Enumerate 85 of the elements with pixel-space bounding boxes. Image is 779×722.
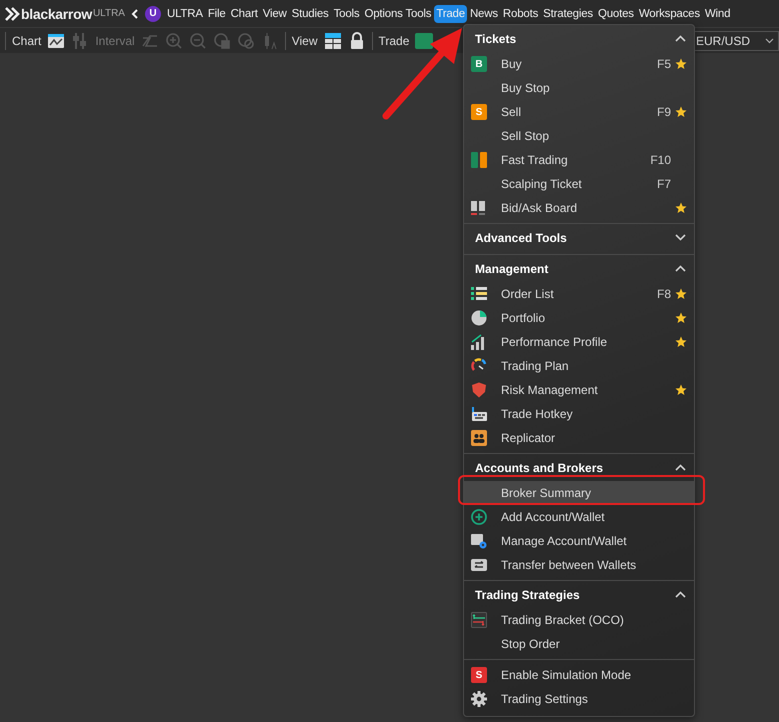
shortcut-text: F8	[656, 287, 671, 301]
menu-entry[interactable]: Trading Plan	[464, 354, 694, 378]
menu-item[interactable]: Quotes	[596, 4, 636, 22]
interval-label: Interval	[95, 34, 135, 48]
menu-item[interactable]: View	[260, 4, 289, 22]
shortcut-text: F10	[650, 153, 671, 167]
menu-item[interactable]: Chart	[228, 4, 260, 22]
menu-item[interactable]: Workspaces	[636, 4, 702, 22]
menu-entry[interactable]: Buy Stop	[464, 76, 694, 100]
bracket-icon	[471, 612, 487, 628]
menu-item[interactable]: Tools	[332, 4, 362, 22]
layout-grid-icon[interactable]	[324, 32, 342, 50]
trade-button[interactable]	[415, 32, 434, 48]
simulation-badge: S	[471, 667, 487, 683]
menu-entry[interactable]: Bid/Ask Board	[464, 196, 694, 220]
menu-entry[interactable]: B Buy F5	[464, 52, 694, 76]
back-icon[interactable]	[130, 8, 139, 18]
logo-icon	[5, 6, 21, 20]
menu-entry[interactable]: S Enable Simulation Mode	[464, 663, 694, 687]
logo-text: blackarrow	[21, 6, 92, 22]
shortcut-text: F7	[656, 177, 671, 191]
pie-chart-icon	[471, 310, 487, 326]
menu-entry[interactable]: Broker Summary	[464, 481, 694, 505]
section-title: Management	[475, 262, 548, 276]
chevron-down-icon	[765, 38, 774, 44]
shortcut-text: F9	[656, 105, 671, 119]
menu-entry[interactable]: Stop Order	[464, 632, 694, 656]
star-icon[interactable]	[675, 336, 687, 348]
section-title: Trading Strategies	[475, 588, 580, 602]
split-block-icon	[471, 152, 487, 168]
view-label: View	[292, 34, 318, 48]
section-title: Accounts and Brokers	[475, 460, 604, 474]
menu-entry[interactable]: Add Account/Wallet	[464, 505, 694, 529]
chevron-up-icon[interactable]	[675, 591, 686, 598]
section-title: Tickets	[475, 32, 516, 46]
menu-item[interactable]: Strategies	[541, 4, 595, 22]
menu-item[interactable]: News	[468, 4, 500, 22]
transfer-icon	[471, 557, 487, 573]
menu-entry[interactable]: Trading Settings	[464, 687, 694, 711]
section-title: Advanced Tools	[475, 230, 567, 244]
menu-entry[interactable]: Performance Profile	[464, 330, 694, 354]
chevron-up-icon[interactable]	[675, 35, 686, 42]
logo-edition: ULTRA	[92, 8, 125, 19]
menu-entry[interactable]: Replicator	[464, 426, 694, 450]
trade-label: Trade	[378, 34, 410, 48]
menu-entry[interactable]: Trading Bracket (OCO)	[464, 608, 694, 632]
menu-item[interactable]: Studies	[290, 4, 331, 22]
menu-entry[interactable]: Transfer between Wallets	[464, 553, 694, 577]
chevron-up-icon[interactable]	[675, 464, 686, 471]
edition-badge: U	[144, 6, 161, 22]
chart-label: Chart	[12, 34, 42, 48]
chevron-up-icon[interactable]	[675, 265, 686, 272]
menu-entry[interactable]: Scalping Ticket F7	[464, 172, 694, 196]
bar-chart-icon	[471, 334, 487, 350]
menu-entry[interactable]: Sell Stop	[464, 124, 694, 148]
board-icon	[471, 200, 487, 216]
shield-icon	[471, 382, 487, 398]
menu-entry[interactable]: Portfolio	[464, 306, 694, 330]
menu-item[interactable]: Wind	[702, 4, 732, 22]
star-icon[interactable]	[675, 384, 687, 396]
star-icon[interactable]	[675, 202, 687, 214]
star-icon[interactable]	[675, 106, 687, 118]
menu-entry[interactable]: Manage Account/Wallet	[464, 529, 694, 553]
shortcut-text: F5	[656, 57, 671, 71]
menu-entry[interactable]: Risk Management	[464, 378, 694, 402]
menu-item[interactable]: Robots	[500, 4, 540, 22]
menu-entry[interactable]: Fast Trading F10	[464, 148, 694, 172]
star-icon[interactable]	[675, 58, 687, 70]
buy-badge: B	[471, 56, 487, 72]
list-icon	[471, 286, 487, 302]
sell-badge: S	[471, 104, 487, 120]
star-icon[interactable]	[675, 288, 687, 300]
people-icon	[471, 430, 487, 446]
edition-label: ULTRA	[166, 6, 204, 22]
keyboard-icon	[471, 406, 487, 422]
chart-type-icon[interactable]	[47, 32, 66, 50]
menu-item[interactable]: File	[206, 4, 228, 22]
menu-item[interactable]: Options Tools	[362, 4, 434, 22]
star-icon[interactable]	[675, 312, 687, 324]
gear-icon	[471, 691, 487, 707]
menu-entry[interactable]: Trade Hotkey	[464, 402, 694, 426]
chevron-down-icon[interactable]	[675, 234, 686, 241]
menu-entry[interactable]: Order List F8	[464, 282, 694, 306]
menu-entry[interactable]: S Sell F9	[464, 100, 694, 124]
plus-circle-icon	[471, 509, 487, 525]
